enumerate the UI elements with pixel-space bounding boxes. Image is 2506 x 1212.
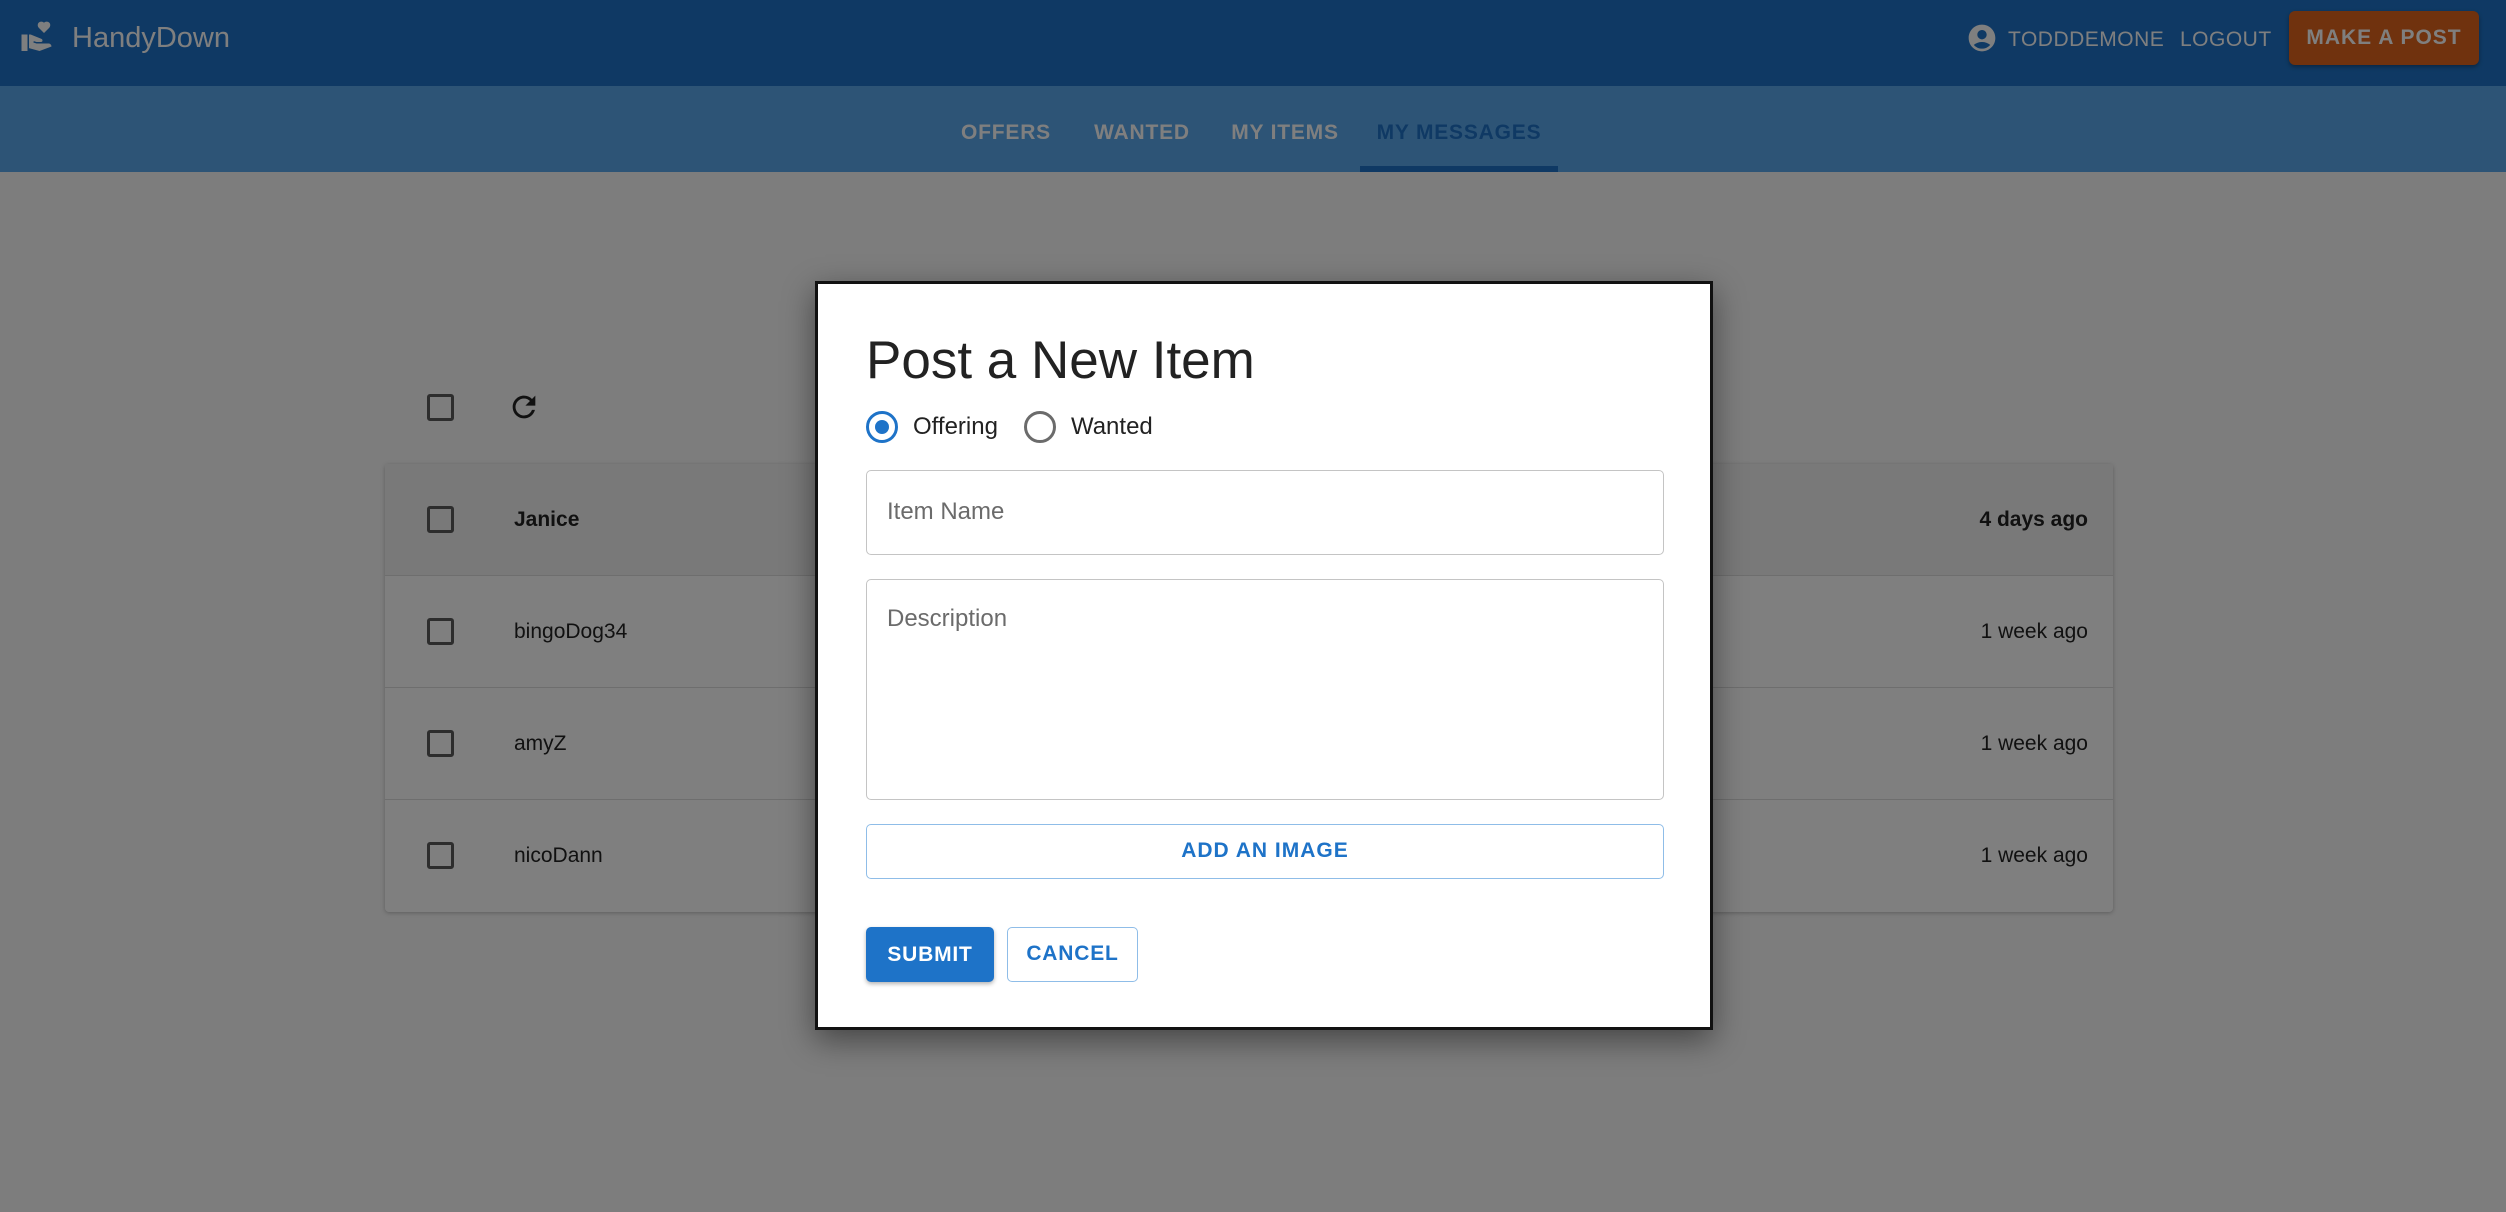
radio-offering[interactable]: Offering — [866, 410, 998, 444]
description-field[interactable] — [866, 579, 1664, 800]
submit-button[interactable]: SUBMIT — [866, 927, 994, 982]
item-name-input[interactable] — [867, 471, 1663, 553]
cancel-button[interactable]: CANCEL — [1007, 927, 1138, 982]
dialog-title: Post a New Item — [866, 331, 1255, 390]
add-image-button[interactable]: ADD AN IMAGE — [866, 824, 1664, 879]
post-type-radio-group: Offering Wanted — [866, 410, 1153, 444]
radio-wanted[interactable]: Wanted — [1023, 410, 1153, 444]
post-item-dialog: Post a New Item Offering Wanted ADD AN I… — [815, 281, 1713, 1030]
radio-label[interactable]: Wanted — [1071, 413, 1153, 441]
item-name-field[interactable] — [866, 470, 1664, 555]
description-input[interactable] — [867, 580, 1663, 798]
radio-unchecked-icon[interactable] — [1023, 411, 1056, 443]
radio-checked-icon[interactable] — [866, 411, 898, 443]
radio-label[interactable]: Offering — [913, 413, 998, 441]
